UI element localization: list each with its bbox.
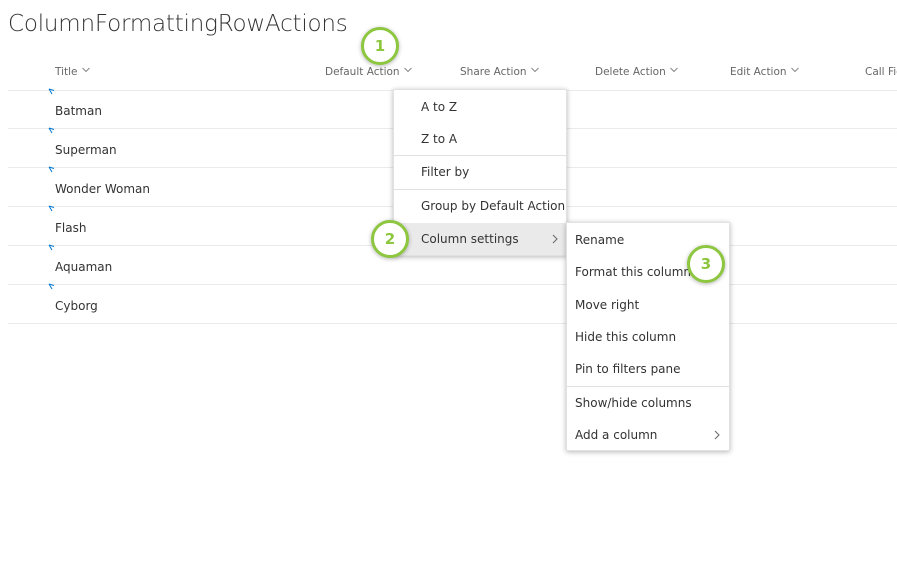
item-title[interactable]: Flash [55,221,86,235]
column-header-label: Delete Action [595,66,666,78]
item-title[interactable]: Batman [55,104,102,118]
new-item-icon [48,205,55,212]
column-header-label: Title [55,66,78,78]
column-header-label: Share Action [460,66,527,78]
chevron-down-icon [669,66,678,74]
column-context-menu: A to Z Z to A Filter by Group by Default… [393,89,567,256]
menu-item-sort-z-to-a[interactable]: Z to A [394,123,566,155]
menu-item-pin-to-filters-pane[interactable]: Pin to filters pane [567,353,729,385]
column-header-edit-action[interactable]: Edit Action [730,66,799,78]
menu-item-filter-by[interactable]: Filter by [394,156,566,188]
list-header-row: Title Default Action Share Action Delete… [0,66,897,84]
menu-item-sort-a-to-z[interactable]: A to Z [394,91,566,123]
item-title[interactable]: Wonder Woman [55,182,150,196]
row-divider [8,323,897,324]
column-header-label: Edit Action [730,66,787,78]
row-divider [8,284,897,285]
column-header-title[interactable]: Title [55,66,90,78]
menu-item-column-settings[interactable]: Column settings [394,223,566,255]
new-item-icon [48,166,55,173]
chevron-down-icon [81,66,90,74]
page-title: ColumnFormattingRowActions [8,11,348,37]
column-header-call-fic[interactable]: Call Fic [865,66,897,78]
chevron-down-icon [403,66,412,74]
new-item-icon [48,244,55,251]
column-header-default-action[interactable]: Default Action [325,66,412,78]
chevron-down-icon [790,66,799,74]
chevron-right-icon [714,430,720,440]
menu-item-hide-this-column[interactable]: Hide this column [567,321,729,353]
menu-item-add-a-column[interactable]: Add a column [567,419,729,451]
column-header-label: Call Fic [865,66,897,78]
item-title[interactable]: Aquaman [55,260,112,274]
menu-item-show-hide-columns[interactable]: Show/hide columns [567,387,729,419]
menu-item-group-by[interactable]: Group by Default Action [394,190,566,222]
column-header-label: Default Action [325,66,400,78]
menu-item-move-right[interactable]: Move right [567,289,729,321]
callout-badge-2: 2 [371,220,409,258]
item-title[interactable]: Cyborg [55,299,98,313]
item-title[interactable]: Superman [55,143,117,157]
chevron-right-icon [552,234,558,244]
table-row[interactable]: Cyborg [8,283,897,324]
new-item-icon [48,88,55,95]
new-item-icon [48,283,55,290]
chevron-down-icon [530,66,539,74]
column-header-share-action[interactable]: Share Action [460,66,539,78]
new-item-icon [48,127,55,134]
callout-badge-3: 3 [687,245,725,283]
callout-badge-1: 1 [361,27,399,65]
column-header-delete-action[interactable]: Delete Action [595,66,678,78]
